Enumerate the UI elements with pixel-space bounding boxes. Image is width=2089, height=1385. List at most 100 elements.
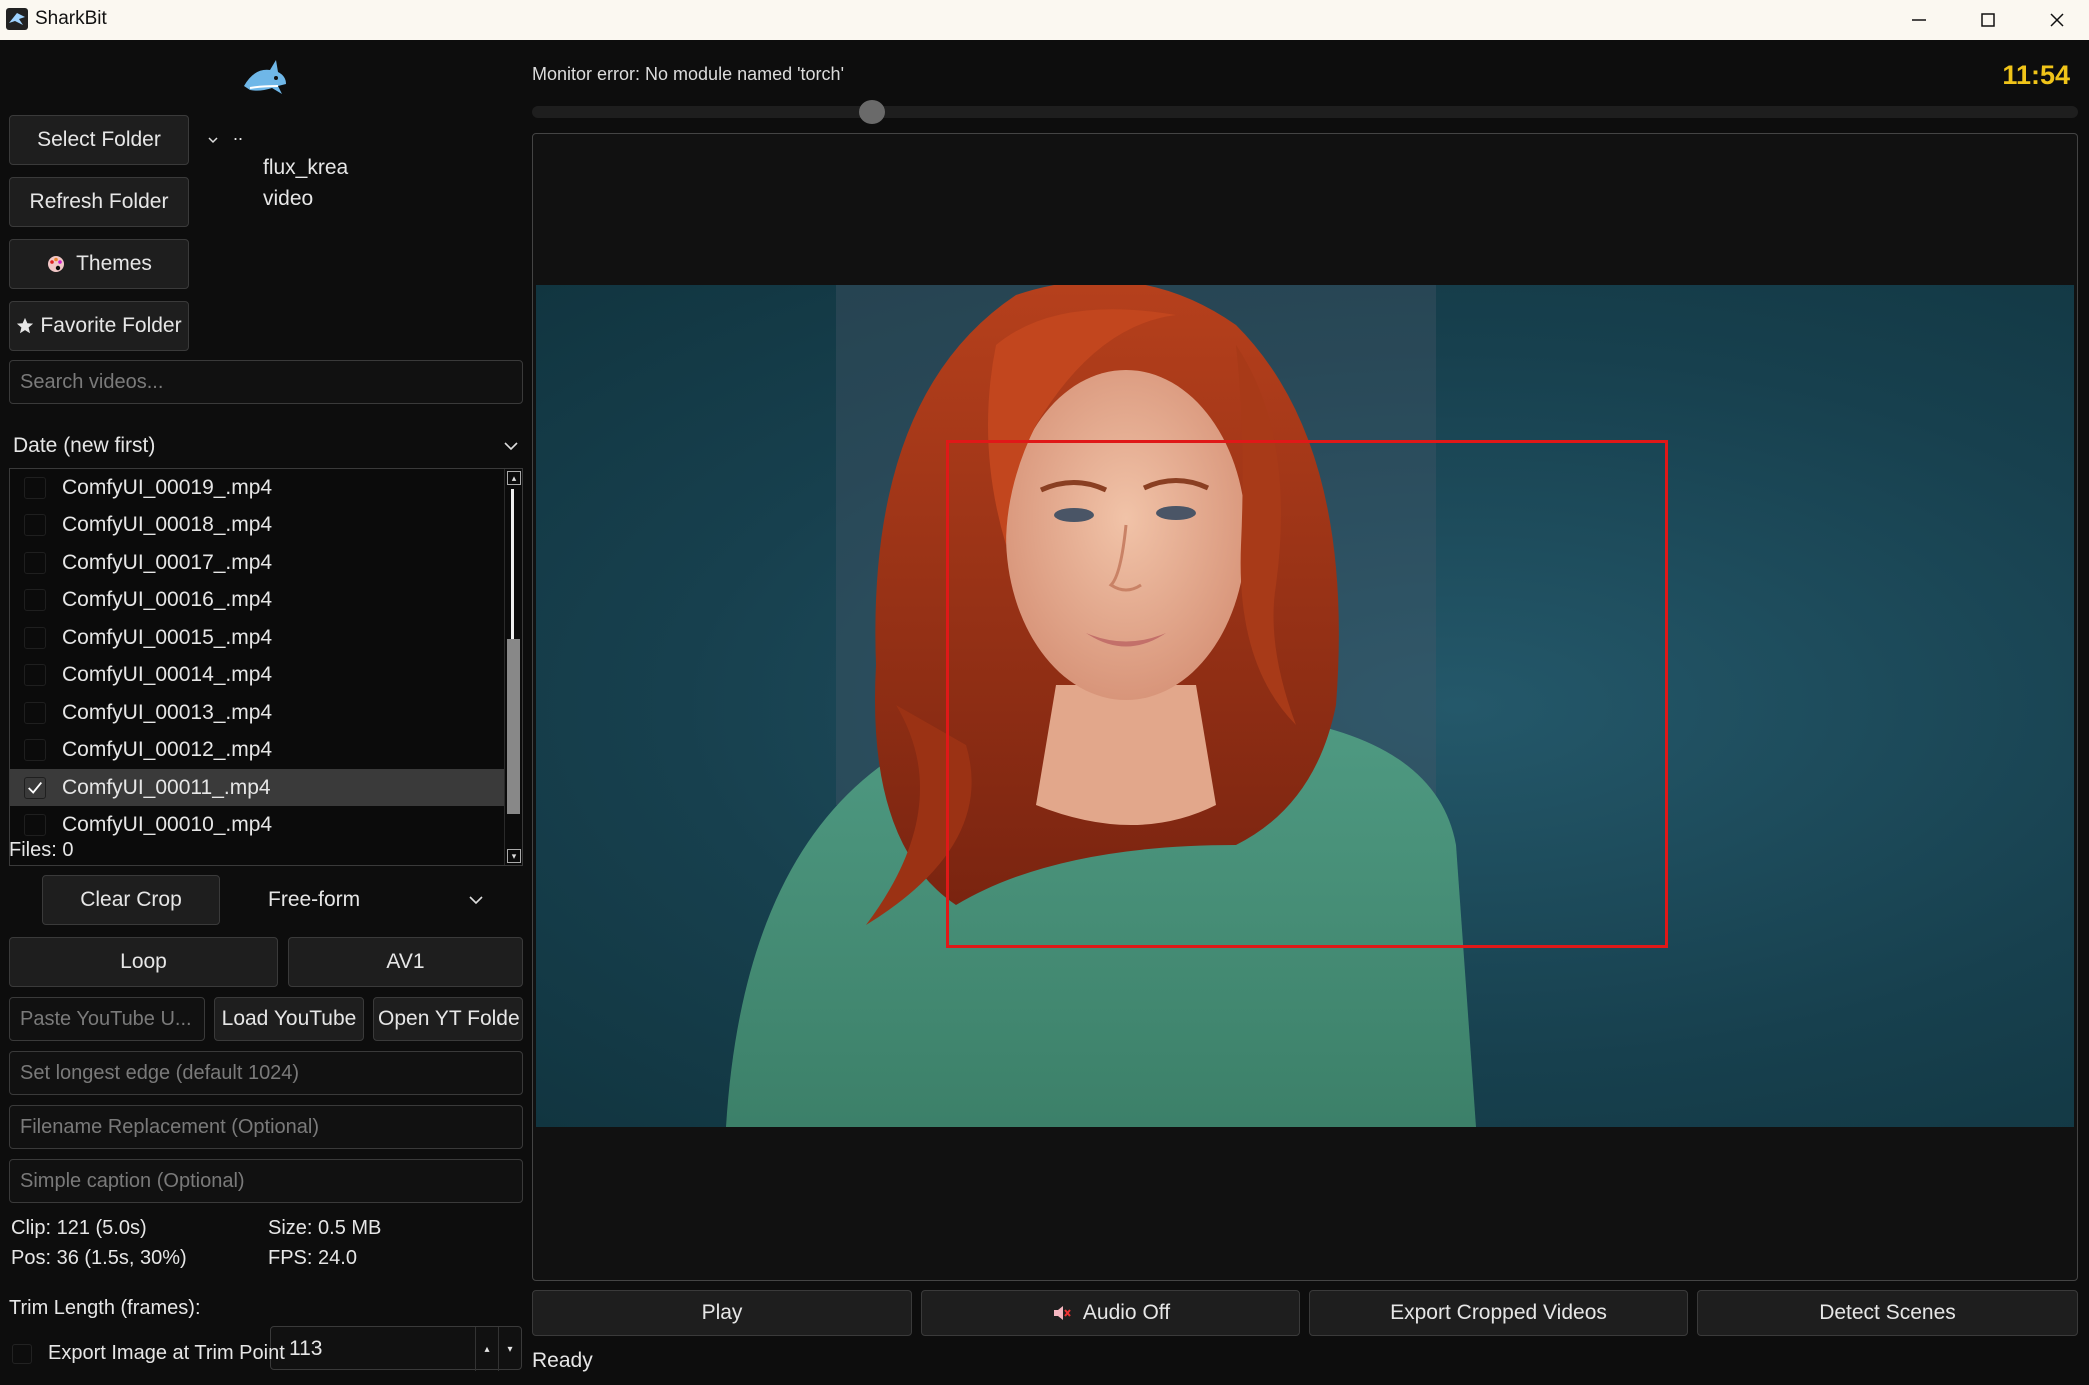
tree-folder-flux-krea[interactable]: flux_krea	[263, 156, 348, 180]
youtube-url-input[interactable]	[9, 997, 205, 1041]
file-name: ComfyUI_00011_.mp4	[62, 775, 271, 799]
play-button[interactable]: Play	[532, 1290, 912, 1336]
file-name: ComfyUI_00017_.mp4	[62, 550, 273, 574]
file-name: ComfyUI_00014_.mp4	[62, 663, 273, 686]
checkmark-icon	[28, 781, 42, 794]
monitor-error-text: Monitor error: No module named 'torch'	[532, 64, 845, 84]
themes-label: Themes	[76, 252, 152, 275]
timeline-slider[interactable]	[532, 100, 2078, 124]
file-name: ComfyUI_00015_.mp4	[62, 625, 273, 649]
detect-scenes-button[interactable]: Detect Scenes	[1697, 1290, 2078, 1336]
file-checkbox[interactable]	[24, 589, 46, 611]
title-bar: SharkBit	[0, 0, 2089, 40]
scroll-track	[511, 489, 514, 639]
aspect-ratio-dropdown[interactable]: Free-form	[268, 880, 484, 920]
scroll-up-arrow-icon[interactable]: ▴	[507, 471, 521, 485]
trim-length-value: 113	[289, 1337, 323, 1360]
longest-edge-input[interactable]	[9, 1051, 523, 1095]
export-image-label: Export Image at Trim Point	[48, 1342, 285, 1364]
file-name: ComfyUI_00016_.mp4	[62, 588, 273, 611]
video-viewer[interactable]	[532, 133, 2078, 1281]
clear-crop-button[interactable]: Clear Crop	[42, 875, 220, 925]
file-list-item[interactable]: ComfyUI_00018_.mp4	[10, 507, 504, 544]
file-list-item[interactable]: ComfyUI_00016_.mp4	[10, 582, 504, 619]
video-frame	[536, 285, 2074, 1127]
scroll-thumb[interactable]	[507, 639, 520, 814]
star-icon	[16, 317, 34, 335]
file-list-item[interactable]: ComfyUI_00010_.mp4	[10, 807, 504, 844]
crop-selection-box[interactable]	[946, 440, 1668, 948]
size-info: Size: 0.5 MB	[268, 1217, 382, 1239]
window-title: SharkBit	[35, 8, 107, 29]
file-checkbox[interactable]	[24, 701, 46, 724]
maximize-icon	[1981, 13, 1995, 27]
open-yt-folder-button[interactable]: Open YT Folde	[373, 997, 523, 1041]
tree-parent-item[interactable]: ..	[233, 124, 243, 145]
file-checkbox[interactable]	[24, 814, 46, 836]
timeline-handle[interactable]	[859, 100, 886, 124]
sort-dropdown[interactable]: Date (new first)	[13, 426, 519, 466]
export-cropped-videos-button[interactable]: Export Cropped Videos	[1309, 1290, 1688, 1336]
search-input[interactable]	[9, 360, 523, 404]
file-checkbox[interactable]	[24, 626, 46, 649]
file-checkbox[interactable]	[24, 664, 46, 686]
shark-logo-icon	[240, 56, 290, 106]
sidebar: Select Folder Refresh Folder Themes Favo…	[0, 40, 530, 1385]
clock: 11:54	[2002, 60, 2070, 90]
file-list[interactable]: ComfyUI_00019_.mp4 ComfyUI_00018_.mp4 Comf…	[9, 468, 523, 866]
close-icon	[2050, 13, 2064, 27]
audio-toggle-button[interactable]: Audio Off	[921, 1290, 1300, 1336]
loop-button[interactable]: Loop	[9, 937, 278, 987]
simple-caption-input[interactable]	[9, 1159, 523, 1203]
codec-button[interactable]: AV1	[288, 937, 523, 987]
clip-info: Clip: 121 (5.0s)	[11, 1217, 147, 1239]
checkbox-box	[12, 1343, 32, 1364]
file-name: ComfyUI_00018_.mp4	[62, 513, 273, 536]
app-icon	[6, 8, 28, 30]
file-list-item[interactable]: ComfyUI_00012_.mp4	[10, 732, 504, 769]
chevron-down-icon	[468, 892, 484, 908]
file-checkbox[interactable]	[24, 776, 46, 799]
tree-folder-video[interactable]: video	[263, 187, 313, 211]
trim-length-spinbox[interactable]: 113 ▴ ▾	[270, 1326, 522, 1371]
file-checkbox[interactable]	[24, 514, 46, 536]
themes-button[interactable]: Themes	[9, 239, 189, 289]
select-folder-button[interactable]: Select Folder	[9, 115, 189, 165]
filename-replacement-input[interactable]	[9, 1105, 523, 1149]
palette-icon	[46, 254, 66, 274]
scroll-down-arrow-icon[interactable]: ▾	[507, 849, 521, 863]
tree-expand-chevron-icon[interactable]	[207, 128, 219, 152]
minimize-button[interactable]	[1884, 0, 1954, 40]
speaker-muted-icon	[1051, 1303, 1071, 1323]
file-list-item[interactable]: ComfyUI_00019_.mp4	[10, 469, 504, 506]
close-button[interactable]	[2022, 0, 2089, 40]
file-list-item[interactable]: ComfyUI_00011_.mp4	[10, 769, 504, 806]
file-list-scrollbar[interactable]: ▴ ▾	[504, 469, 522, 865]
fps-info: FPS: 24.0	[268, 1247, 357, 1269]
load-youtube-button[interactable]: Load YouTube	[214, 997, 364, 1041]
file-list-item[interactable]: ComfyUI_00017_.mp4	[10, 544, 504, 581]
spin-up-arrow-icon[interactable]: ▴	[475, 1327, 498, 1371]
minimize-icon	[1912, 19, 1926, 21]
sort-value: Date (new first)	[13, 434, 156, 457]
pos-info: Pos: 36 (1.5s, 30%)	[11, 1247, 187, 1269]
favorite-folder-label: Favorite Folder	[40, 314, 182, 337]
audio-toggle-label: Audio Off	[1082, 1301, 1171, 1324]
aspect-ratio-value: Free-form	[268, 888, 361, 911]
file-name: ComfyUI_00010_.mp4	[62, 813, 273, 836]
trim-length-label: Trim Length (frames):	[9, 1297, 201, 1319]
file-checkbox[interactable]	[24, 476, 46, 499]
chevron-down-icon	[503, 438, 519, 454]
file-name: ComfyUI_00019_.mp4	[62, 475, 273, 499]
favorite-folder-button[interactable]: Favorite Folder	[9, 301, 189, 351]
file-checkbox[interactable]	[24, 551, 46, 574]
maximize-button[interactable]	[1953, 0, 2023, 40]
export-image-checkbox[interactable]: Export Image at Trim Point	[12, 1342, 285, 1365]
refresh-folder-button[interactable]: Refresh Folder	[9, 177, 189, 227]
file-checkbox[interactable]	[24, 739, 46, 761]
file-list-item[interactable]: ComfyUI_00015_.mp4	[10, 619, 504, 656]
file-list-item[interactable]: ComfyUI_00014_.mp4	[10, 657, 504, 694]
spin-down-arrow-icon[interactable]: ▾	[498, 1327, 521, 1371]
file-list-item[interactable]: ComfyUI_00013_.mp4	[10, 694, 504, 731]
files-count: Files: 0	[9, 839, 74, 861]
